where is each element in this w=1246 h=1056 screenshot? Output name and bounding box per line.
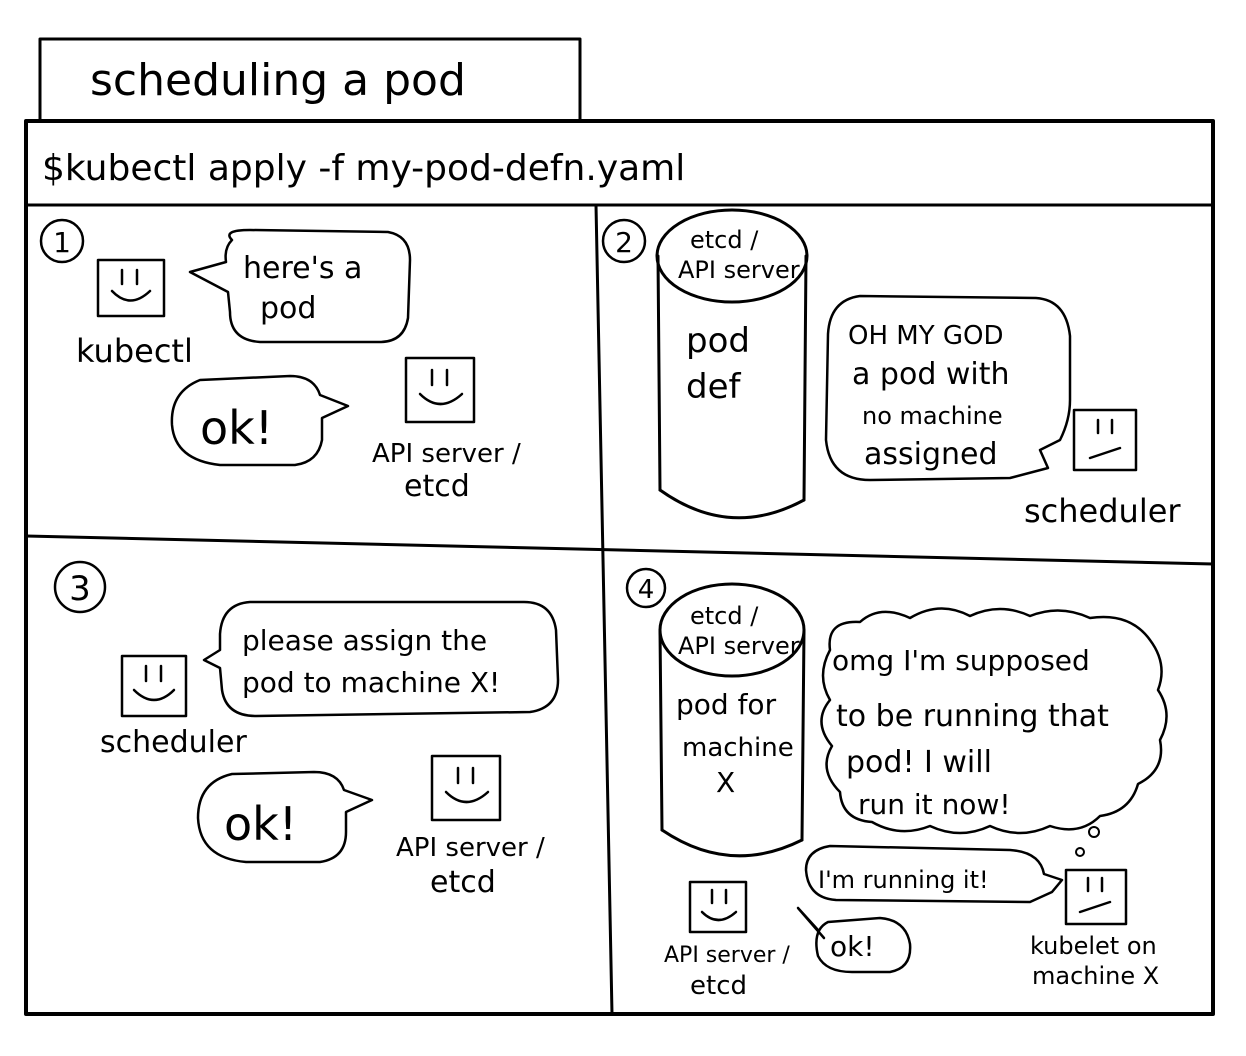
svg-text:a pod with: a pod with <box>852 357 1010 392</box>
api-server-label-3: API server / <box>396 833 545 863</box>
comic: scheduling a pod $kubectl apply -f my-po… <box>24 37 1215 1016</box>
svg-text:I'm running it!: I'm running it! <box>818 866 989 894</box>
kubelet-label: kubelet on <box>1030 932 1157 960</box>
svg-text:here's a: here's a <box>243 251 362 286</box>
svg-text:please assign the: please assign the <box>242 624 487 657</box>
svg-text:to be running that: to be running that <box>836 699 1109 734</box>
svg-text:run it now!: run it now! <box>858 788 1011 821</box>
api-server-smiley-icon-4 <box>688 880 748 934</box>
svg-text:ok!: ok! <box>200 401 273 455</box>
api-server-smiley-icon <box>404 356 476 424</box>
thought-cloud: omg I'm supposed to be running that pod!… <box>820 607 1168 835</box>
svg-text:pod to machine X!: pod to machine X! <box>242 666 500 699</box>
panel-3: 3 scheduler please assign the pod to mac… <box>53 560 560 900</box>
svg-text:pod! I will: pod! I will <box>846 745 992 780</box>
scheduler-label-3: scheduler <box>100 725 247 760</box>
ok-bubble-panel-1: ok! <box>170 374 350 467</box>
ok-bubble-panel-4: ok! <box>796 906 912 974</box>
please-assign-bubble: please assign the pod to machine X! <box>202 600 560 718</box>
svg-text:API server: API server <box>678 632 800 660</box>
running-it-bubble: I'm running it! <box>804 844 1064 904</box>
horizontal-divider <box>24 534 1215 566</box>
svg-text:etcd /: etcd / <box>690 226 759 254</box>
svg-text:etcd /: etcd / <box>690 602 759 630</box>
svg-text:pod for: pod for <box>676 688 777 721</box>
svg-text:no machine: no machine <box>862 402 1003 430</box>
command-text: $kubectl apply -f my-pod-defn.yaml <box>42 148 685 189</box>
svg-text:X: X <box>716 766 735 799</box>
svg-text:def: def <box>686 367 742 407</box>
vertical-divider <box>594 203 614 1016</box>
heres-a-pod-bubble: here's a pod <box>188 228 412 344</box>
svg-text:ok!: ok! <box>830 930 875 963</box>
etcd-label-3: etcd <box>430 865 496 900</box>
panel-1: 1 kubectl here's a pod ok! API server / <box>39 218 521 504</box>
svg-text:pod: pod <box>260 291 316 326</box>
panel-1-number: 1 <box>53 226 71 259</box>
api-server-smiley-icon-3 <box>430 754 502 822</box>
svg-text:API server: API server <box>678 256 800 284</box>
comic-title: scheduling a pod <box>90 55 466 106</box>
ok-bubble-panel-3: ok! <box>196 770 374 864</box>
kubelet-worried-face-icon <box>1064 868 1128 926</box>
svg-text:machine: machine <box>682 733 794 763</box>
scheduler-smiley-icon <box>120 654 188 718</box>
api-server-label-4: API server / <box>664 943 790 968</box>
svg-text:omg I'm supposed: omg I'm supposed <box>832 644 1090 677</box>
kubectl-label: kubectl <box>76 332 193 370</box>
svg-text:OH MY GOD: OH MY GOD <box>848 321 1004 351</box>
thought-dot-icon <box>1075 847 1085 857</box>
svg-text:ok!: ok! <box>224 797 297 851</box>
title-box: scheduling a pod <box>38 37 582 123</box>
kubectl-smiley-icon <box>96 258 166 318</box>
api-server-label-1: API server / <box>372 439 521 469</box>
etcd-label-1: etcd <box>404 469 470 504</box>
panel-4-number: 4 <box>638 575 655 605</box>
panel-4: 4 etcd / API server pod for machine X om… <box>625 567 1168 1001</box>
panel-2-number: 2 <box>615 226 633 259</box>
etcd-label-4: etcd <box>690 971 747 1001</box>
oh-my-god-bubble: OH MY GOD a pod with no machine assigned <box>824 294 1072 482</box>
panel-2: 2 etcd / API server pod def OH MY GOD a … <box>601 208 1181 530</box>
svg-text:assigned: assigned <box>864 437 998 472</box>
panel-3-number: 3 <box>69 569 91 609</box>
scheduler-label-2: scheduler <box>1024 492 1181 530</box>
svg-text:pod: pod <box>686 321 750 361</box>
thought-dot-icon <box>1088 826 1100 838</box>
machine-x-label: machine X <box>1032 962 1159 990</box>
scheduler-worried-face-icon <box>1072 408 1138 472</box>
command-bar: $kubectl apply -f my-pod-defn.yaml <box>24 148 1215 207</box>
